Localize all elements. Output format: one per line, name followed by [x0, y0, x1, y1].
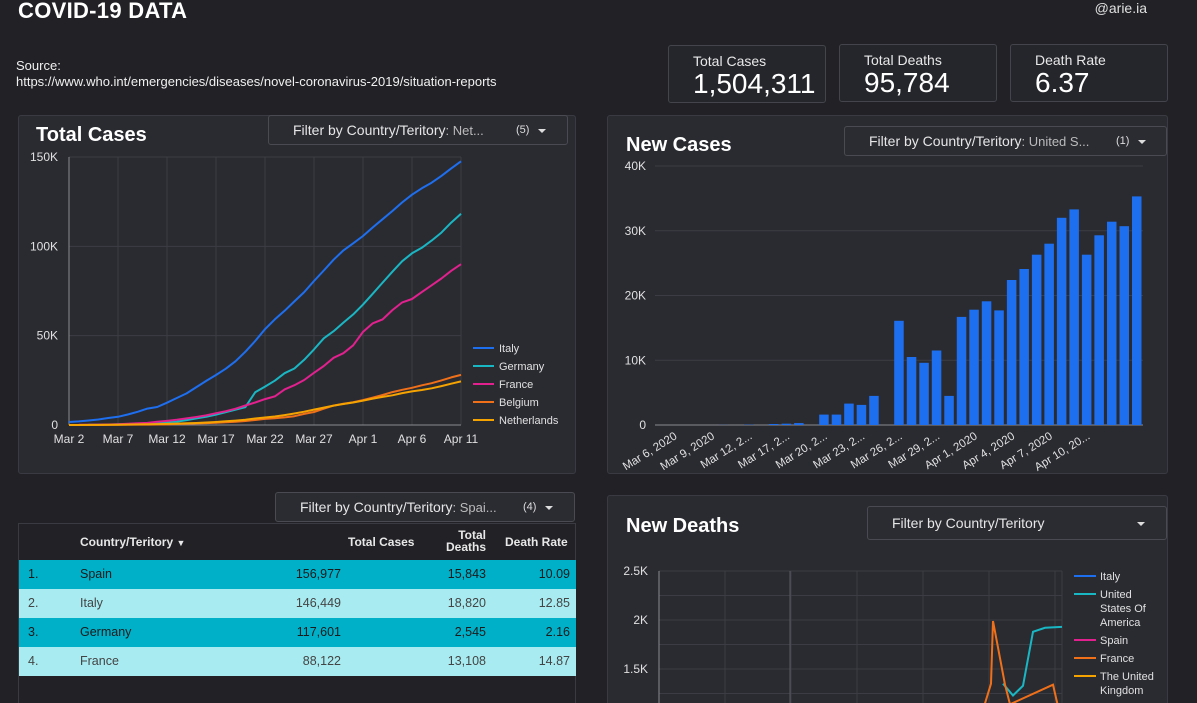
- y-tick-label: 2.5K: [623, 564, 648, 578]
- y-tick-label: 1.5K: [623, 662, 648, 676]
- legend-label: United States Of America: [1100, 589, 1147, 629]
- y-tick-label: 2K: [633, 613, 648, 627]
- new-deaths-chart: 1.5K 2K 2.5K Italy United States Of America Spa…: [623, 564, 1154, 703]
- series-line: [984, 620, 1059, 703]
- legend-label: Italy: [1100, 571, 1121, 583]
- legend-label: Spain: [1100, 635, 1128, 647]
- legend-label: France: [1100, 653, 1134, 665]
- legend-label: The United Kingdom: [1100, 671, 1154, 697]
